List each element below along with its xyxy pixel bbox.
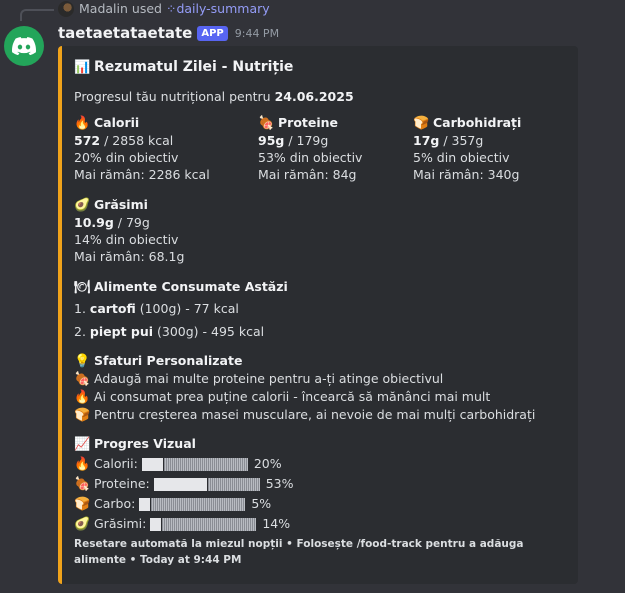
field-name: 🍞 Carbohidrați — [413, 115, 522, 131]
summary-embed: 📊 Rezumatul Zilei - Nutriție Progresul tă… — [58, 46, 578, 584]
plate-icon: 🍽 — [74, 280, 91, 295]
list-item: 🔥 Ai consumat prea puține calorii - încea… — [74, 389, 491, 405]
message-header: taetaetataetate APP 9:44 PM — [58, 24, 279, 42]
progress-bar-empty — [161, 518, 257, 531]
progress-bar-fill — [153, 478, 207, 491]
bread-icon: 🍞 — [74, 408, 91, 423]
field-name: 🔥 Calorii — [74, 115, 140, 131]
field-progress: 📈 Progres Vizual 🔥 Calorii: 20% 🍖 Proteine: 5… — [74, 434, 294, 534]
field-carbohidrati: 🍞 Carbohidrați 17g / 357g 5% din obiectiv… — [413, 115, 522, 182]
embed-description: Progresul tău nutrițional pentru 24.06.2… — [74, 89, 354, 104]
field-proteine: 🍖 Proteine 95g / 179g 53% din obiectiv Ma… — [258, 115, 363, 182]
avocado-icon: 🥑 — [74, 198, 91, 213]
list-item: 🍞 Pentru creșterea masei musculare, ai ne… — [74, 407, 536, 423]
avocado-icon: 🥑 — [74, 517, 91, 532]
progress-bar-fill — [141, 458, 163, 471]
reply-used-label: used — [131, 1, 162, 16]
progress-bar-fill — [150, 518, 161, 531]
reply-command[interactable]: daily-summary — [176, 1, 269, 16]
embed-footer: Resetare automată la miezul nopții • Fol… — [74, 538, 524, 566]
field-name: 📈 Progres Vizual — [74, 436, 196, 452]
progress-row: 🍖 Proteine: 53% — [74, 476, 294, 492]
progress-bar-empty — [150, 498, 246, 511]
reply-username[interactable]: Madalin — [79, 1, 128, 16]
progress-bar-empty — [207, 478, 260, 491]
list-item: 1. cartofi (100g) - 77 kcal — [74, 301, 239, 316]
bread-icon: 🍞 — [413, 116, 430, 131]
message-timestamp[interactable]: 9:44 PM — [235, 27, 279, 40]
trend-chart-icon: 📈 — [74, 437, 91, 452]
reply-text: Madalin used ⁘daily-summary — [79, 1, 270, 16]
fire-icon: 🔥 — [74, 457, 91, 472]
meat-icon: 🍖 — [258, 116, 275, 131]
reply-connector — [20, 9, 54, 21]
lightbulb-icon: 💡 — [74, 354, 91, 369]
discord-logo-icon — [12, 37, 36, 55]
progress-bar — [150, 518, 257, 531]
progress-bar — [153, 478, 260, 491]
progress-row: 🔥 Calorii: 20% — [74, 456, 282, 472]
progress-row: 🍞 Carbo: 5% — [74, 496, 272, 512]
app-badge: APP — [197, 25, 228, 41]
meat-icon: 🍖 — [74, 477, 91, 492]
progress-bar-fill — [139, 498, 150, 511]
bot-avatar[interactable] — [4, 26, 44, 66]
field-grasimi: 🥑 Grăsimi 10.9g / 79g 14% din obiectiv Ma… — [74, 197, 185, 264]
field-tips: 💡 Sfaturi Personalizate 🍖 Adaugă mai multe… — [74, 352, 535, 424]
fire-icon: 🔥 — [74, 116, 91, 131]
field-calorii: 🔥 Calorii 572 / 2858 kcal 20% din obiecti… — [74, 115, 210, 182]
bar-chart-icon: 📊 — [74, 60, 91, 75]
fire-icon: 🔥 — [74, 390, 91, 405]
field-name: 🥑 Grăsimi — [74, 197, 148, 213]
meat-icon: 🍖 — [74, 372, 91, 387]
bot-username[interactable]: taetaetataetate — [58, 24, 192, 42]
progress-row: 🥑 Grăsimi: 14% — [74, 516, 291, 532]
embed-title: 📊 Rezumatul Zilei - Nutriție — [74, 59, 294, 75]
progress-bar-empty — [164, 458, 248, 471]
bread-icon: 🍞 — [74, 497, 91, 512]
slash-command-icon: ⁘ — [165, 1, 177, 16]
field-name: 💡 Sfaturi Personalizate — [74, 353, 243, 369]
reply-user-avatar[interactable] — [58, 1, 74, 17]
field-foods: 🍽 Alimente Consumate Astăzi 1. cartofi (1… — [74, 278, 288, 340]
progress-bar — [141, 458, 248, 471]
field-name: 🍽 Alimente Consumate Astăzi — [74, 279, 288, 295]
field-name: 🍖 Proteine — [258, 115, 339, 131]
progress-bar — [139, 498, 246, 511]
list-item: 2. piept pui (300g) - 495 kcal — [74, 324, 265, 339]
list-item: 🍖 Adaugă mai multe proteine pentru a-ți a… — [74, 371, 444, 387]
